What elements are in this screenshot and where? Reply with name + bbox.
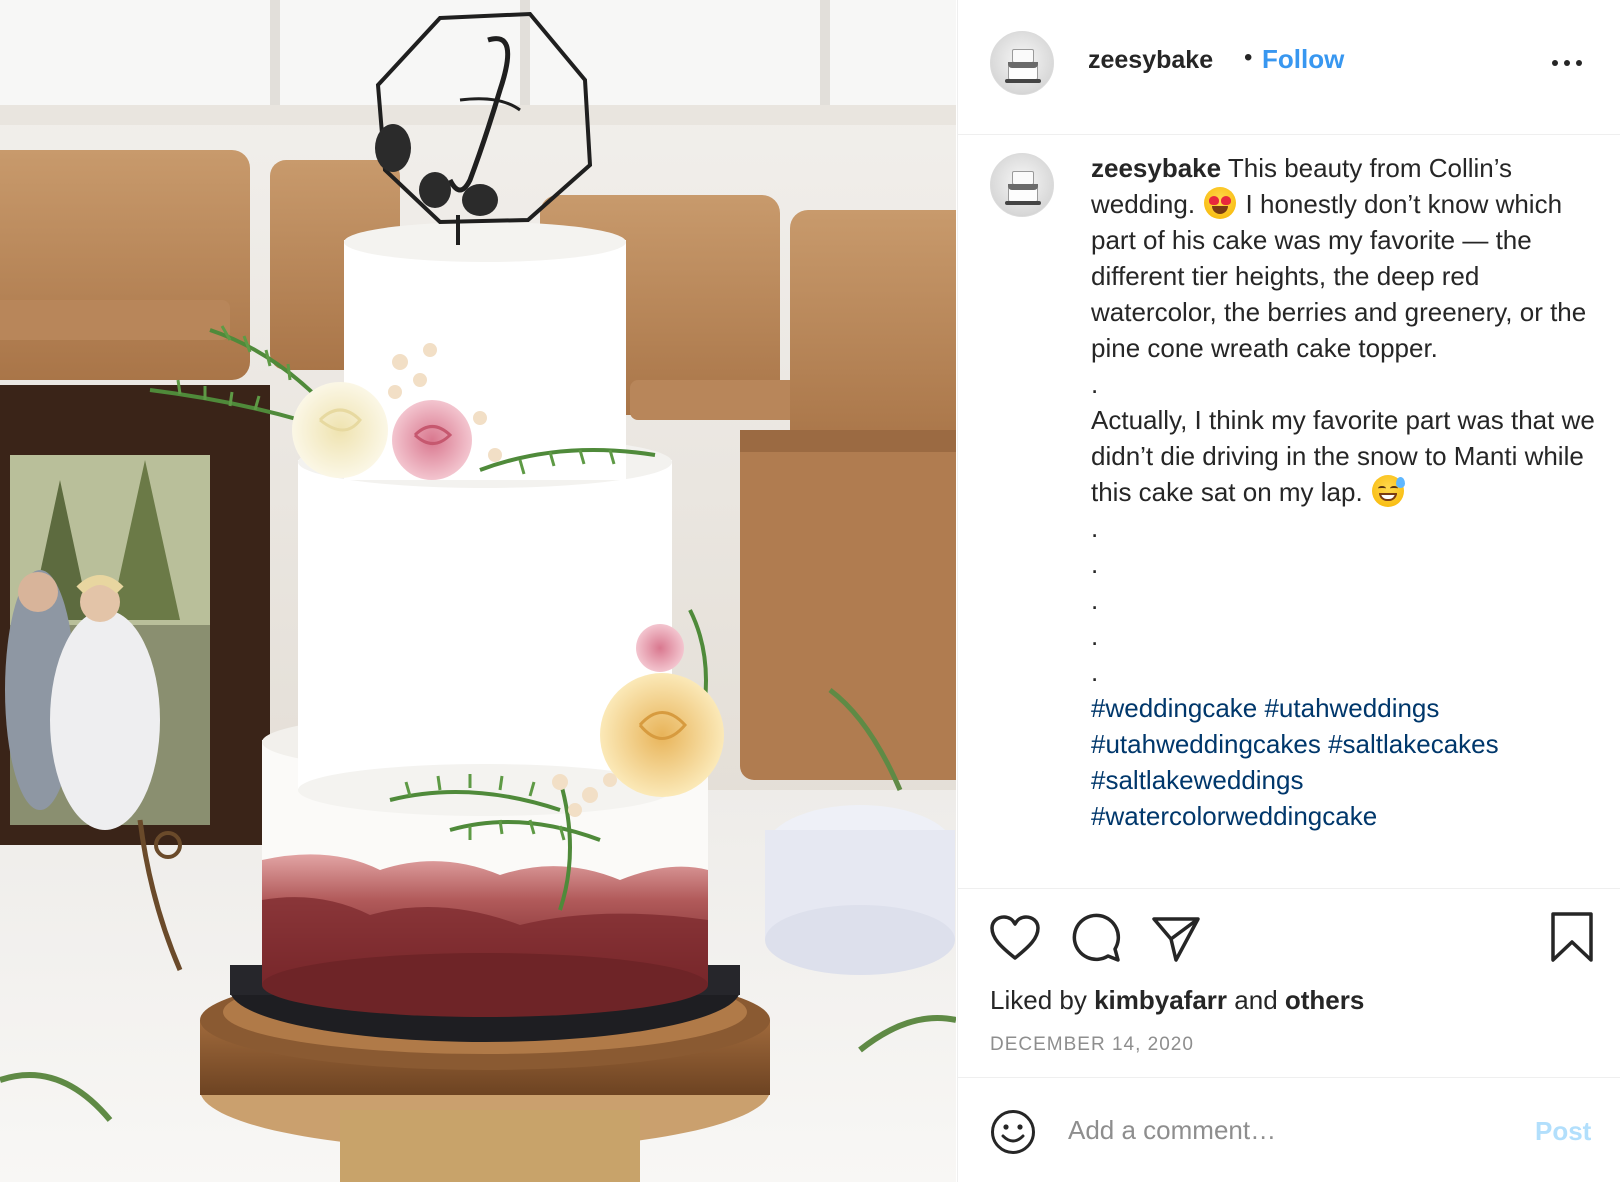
post-author-username[interactable]: zeesybake [1088,46,1213,75]
post-sidebar: zeesybake • Follow zeesybake This beauty… [957,0,1620,1182]
hashtag-link[interactable]: #utahweddings [1264,693,1439,723]
comment-input[interactable] [1068,1108,1488,1152]
hashtag-link[interactable]: #weddingcake [1091,693,1257,723]
liked-by-others[interactable]: others [1285,985,1364,1015]
liked-by-user[interactable]: kimbyafarr [1094,985,1227,1015]
caption-username[interactable]: zeesybake [1091,153,1221,183]
post-header: zeesybake • Follow [958,0,1620,135]
liked-by-text: Liked by kimbyafarr and others [990,985,1364,1016]
caption-separator: . [1091,513,1099,543]
comment-bubble-icon[interactable] [1071,913,1121,963]
caption-separator: . [1091,621,1099,651]
caption-part-3: Actually, I think my favorite part was t… [1091,405,1595,507]
post-actions: Liked by kimbyafarr and others DECEMBER … [958,888,1620,1078]
post-comment-button[interactable]: Post [1535,1116,1591,1147]
cake-photo-illustration [0,0,956,1182]
emoji-picker-smiley-icon[interactable] [990,1109,1036,1160]
hashtag-link[interactable]: #saltlakecakes [1328,729,1499,759]
grinning-sweat-emoji-icon [1371,475,1405,507]
caption-separator: . [1091,657,1099,687]
caption-separator: . [1091,369,1099,399]
avatar[interactable] [990,31,1054,95]
save-bookmark-icon[interactable] [1550,911,1594,963]
hashtag-list: #weddingcake #utahweddings #utahweddingc… [1091,690,1596,834]
hashtag-link[interactable]: #watercolorweddingcake [1091,801,1377,831]
caption-avatar[interactable] [990,153,1054,217]
more-options-icon[interactable] [1552,58,1586,68]
heart-eyes-emoji-icon [1204,187,1237,219]
liked-by-and: and [1227,985,1285,1015]
follow-separator: • [1244,44,1253,71]
share-paper-plane-icon[interactable] [1151,915,1201,963]
comment-bar: Post [958,1077,1620,1182]
like-heart-icon[interactable] [990,915,1040,961]
follow-button[interactable]: Follow [1262,44,1344,75]
post-photo[interactable] [0,0,956,1182]
post-date[interactable]: DECEMBER 14, 2020 [990,1034,1194,1056]
caption-separator: . [1091,585,1099,615]
caption-separator: . [1091,549,1099,579]
liked-by-prefix: Liked by [990,985,1095,1015]
hashtag-link[interactable]: #utahweddingcakes [1091,729,1321,759]
caption-section: zeesybake This beauty from Collin’s wedd… [958,136,1620,888]
hashtag-link[interactable]: #saltlakeweddings [1091,765,1303,795]
caption-text: zeesybake This beauty from Collin’s wedd… [1091,150,1596,834]
